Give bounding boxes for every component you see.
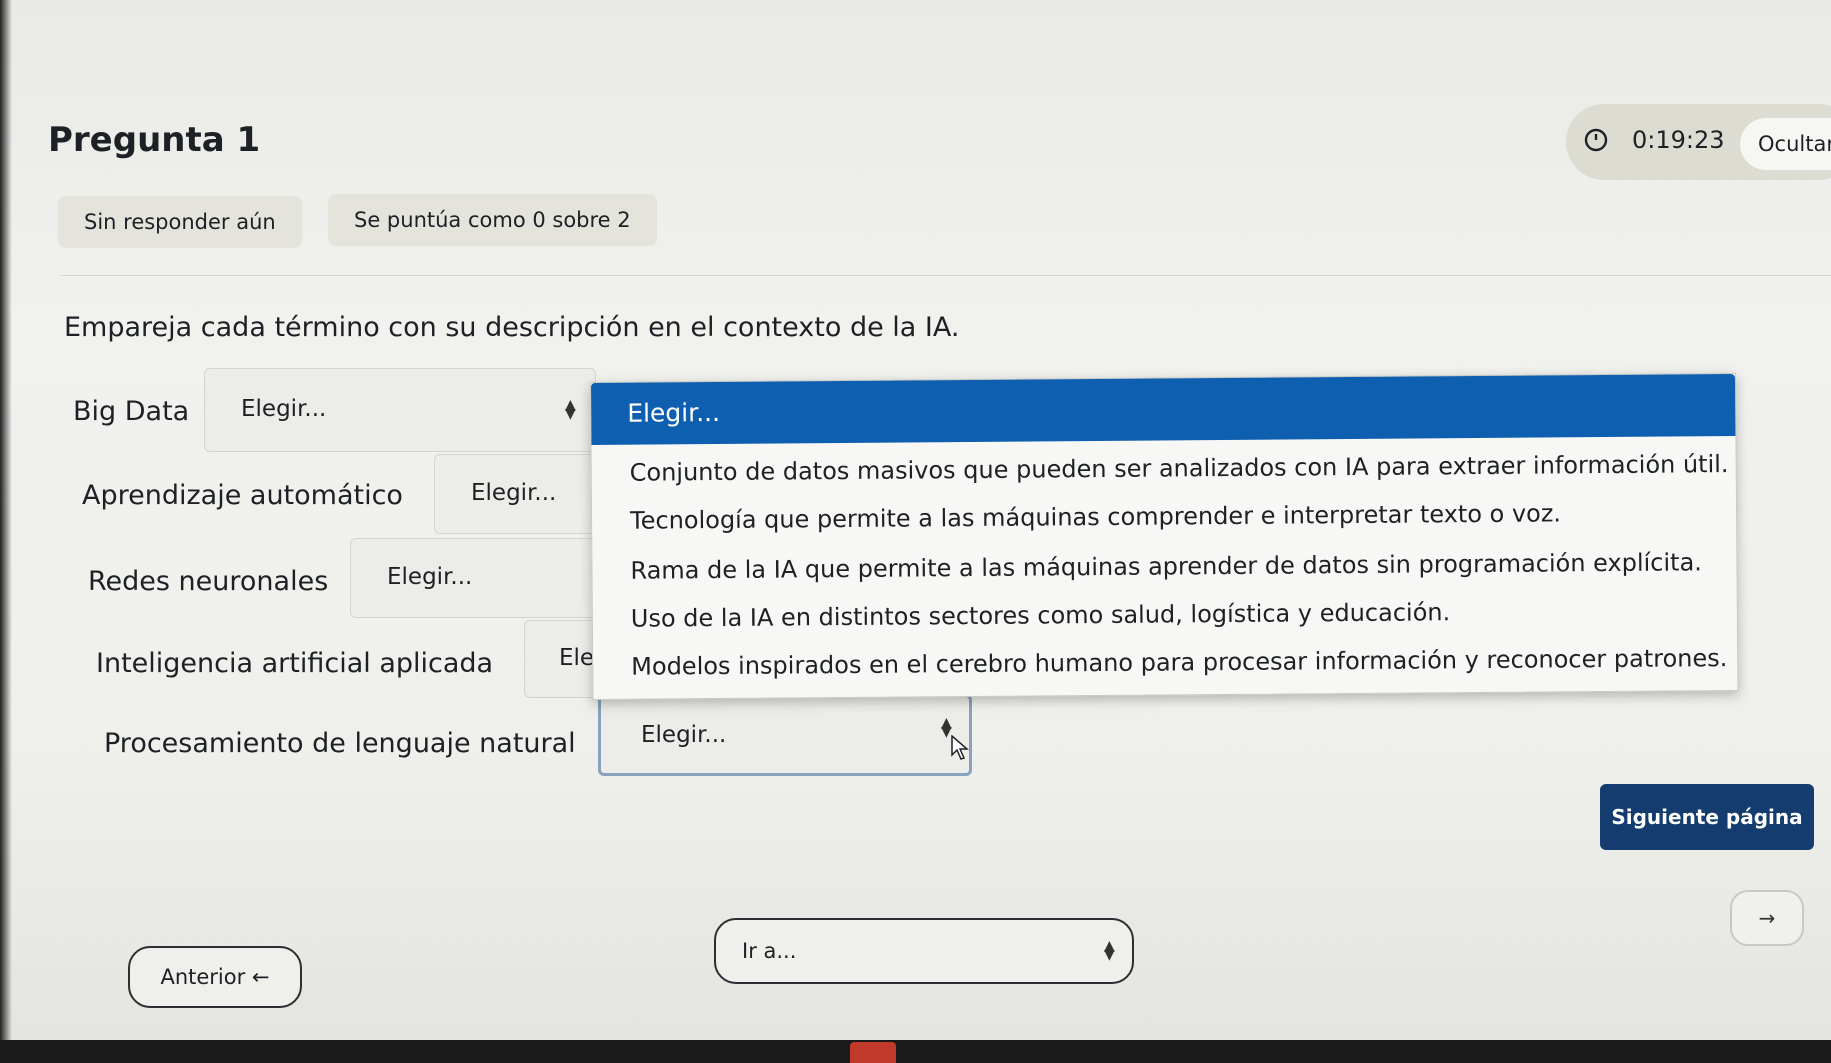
screen-bezel [0,1040,1831,1063]
select-value: Elegir... [241,396,327,422]
select-pln[interactable]: Elegir... ▲ ▼ [598,694,972,776]
mouse-cursor-icon [951,735,969,760]
select-arrows-icon: ▲ ▼ [1104,938,1115,963]
term-aprendizaje-automatico: Aprendizaje automático [82,480,403,511]
jump-to-select[interactable]: Ir a... ▲ ▼ [714,918,1134,984]
select-value: Elegir... [471,480,557,506]
next-page-button[interactable]: Siguiente página [1600,784,1814,850]
dropdown-option[interactable]: Uso de la IA en distintos sectores como … [631,598,1451,632]
question-instruction: Empareja cada término con su descripción… [64,312,960,343]
select-dropdown-list: Elegir... Conjunto de datos masivos que … [590,372,1739,700]
term-big-data: Big Data [73,396,190,427]
term-pln: Procesamiento de lenguaje natural [104,728,576,759]
term-ia-aplicada: Inteligencia artificial aplicada [96,648,494,679]
previous-button[interactable]: Anterior ← [128,946,302,1008]
grade-badge: Se puntúa como 0 sobre 2 [328,194,657,246]
screen-edge-shadow [0,0,12,1063]
dropdown-option[interactable]: Modelos inspirados en el cerebro humano … [631,644,1727,681]
select-arrows-icon: ▲ ▼ [565,397,576,422]
select-big-data[interactable]: Elegir... ▲ ▼ [204,368,596,452]
status-badge: Sin responder aún [58,196,302,248]
dropdown-option[interactable]: Conjunto de datos masivos que pueden ser… [630,450,1729,487]
timer-value: 0:19:23 [1632,126,1725,154]
dropdown-option-placeholder[interactable]: Elegir... [591,374,1736,445]
select-aprendizaje-automatico[interactable]: Elegir... [434,454,604,534]
divider [60,275,1831,276]
select-redes-neuronales[interactable]: Elegir... [350,538,602,618]
jump-to-value: Ir a... [742,939,797,963]
select-value: Elegir... [641,722,727,748]
dropdown-option[interactable]: Rama de la IA que permite a las máquinas… [630,548,1702,584]
next-arrow-button[interactable]: → [1730,890,1804,946]
term-redes-neuronales: Redes neuronales [88,566,329,597]
question-title: Pregunta 1 [48,120,261,160]
select-value: Elegir... [387,564,473,590]
clock-icon [1584,128,1608,152]
hide-timer-button[interactable]: Ocultar [1740,118,1831,170]
dropdown-option[interactable]: Tecnología que permite a las máquinas co… [630,499,1561,534]
taskbar-app-icon [850,1042,896,1063]
